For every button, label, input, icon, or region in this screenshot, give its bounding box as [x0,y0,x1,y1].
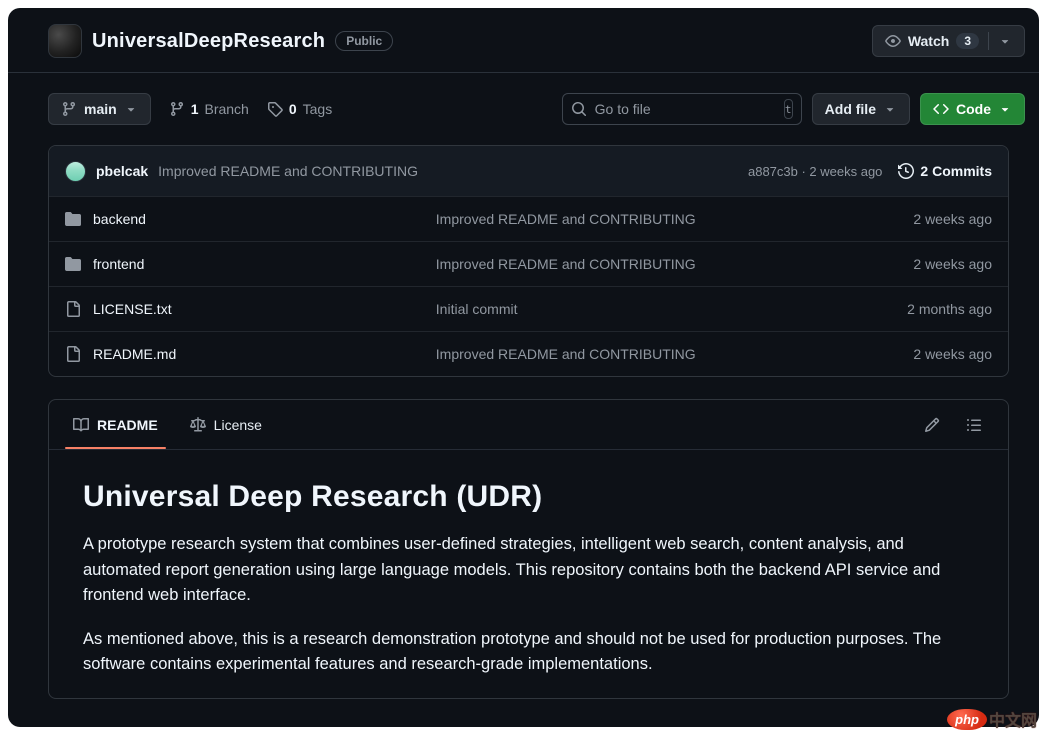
commits-count-label: 2 Commits [920,163,992,179]
tab-readme[interactable]: README [57,400,174,449]
commit-sha-time[interactable]: a887c3b · 2 weeks ago [748,164,882,179]
github-repo-page: UniversalDeepResearch Public Watch 3 [8,8,1039,727]
branch-selector[interactable]: main [48,93,151,125]
branch-name: main [84,101,117,117]
commit-message[interactable]: Improved README and CONTRIBUTING [158,163,418,179]
repo-owner-avatar[interactable] [48,24,82,58]
latest-commit-row[interactable]: pbelcak Improved README and CONTRIBUTING… [49,146,1008,196]
add-file-button[interactable]: Add file [812,93,910,125]
watch-button[interactable]: Watch 3 [872,25,1025,57]
commit-author[interactable]: pbelcak [96,163,148,179]
table-row[interactable]: backend Improved README and CONTRIBUTING… [49,196,1008,241]
repo-title[interactable]: UniversalDeepResearch [92,30,325,53]
repo-toolbar: main 1 Branch 0 Tags [8,93,1039,125]
readme-paragraph: A prototype research system that combine… [83,532,974,609]
folder-icon [65,211,81,227]
commits-history-link[interactable]: 2 Commits [898,163,992,179]
eye-icon [885,33,901,49]
table-row[interactable]: LICENSE.txt Initial commit 2 months ago [49,286,1008,331]
file-name[interactable]: README.md [93,346,176,362]
branches-label: Branch [204,101,248,117]
outline-list-icon[interactable] [966,417,982,433]
readme-content: Universal Deep Research (UDR) A prototyp… [49,450,1008,699]
php-cn-watermark: php 中文网 [947,707,1037,731]
file-icon [65,301,81,317]
add-file-label: Add file [825,101,876,117]
readme-paragraph: As mentioned above, this is a research d… [83,627,974,678]
table-row[interactable]: frontend Improved README and CONTRIBUTIN… [49,241,1008,286]
edit-pencil-icon[interactable] [924,417,940,433]
readme-heading: Universal Deep Research (UDR) [83,480,974,514]
file-name[interactable]: LICENSE.txt [93,301,172,317]
tab-license[interactable]: License [174,400,278,449]
law-icon [190,417,206,433]
book-icon [73,417,89,433]
tag-icon [267,101,283,117]
watermark-cn-text: 中文网 [989,707,1037,731]
git-branch-icon [169,101,185,117]
code-label: Code [956,101,991,117]
branches-link[interactable]: 1 Branch [169,101,249,117]
chevron-down-icon [124,102,138,116]
go-to-file-search[interactable]: t [562,93,802,125]
repo-header: UniversalDeepResearch Public Watch 3 [8,8,1039,60]
chevron-down-icon [998,102,1012,116]
readme-box: README License Universal Deep Re [48,399,1009,699]
folder-icon [65,256,81,272]
file-commit-message[interactable]: Improved README and CONTRIBUTING [436,211,852,227]
search-input[interactable] [595,101,776,117]
tags-count: 0 [289,101,297,117]
file-name[interactable]: backend [93,211,146,227]
chevron-down-icon[interactable] [998,34,1012,48]
tags-link[interactable]: 0 Tags [267,101,332,117]
visibility-badge: Public [335,31,393,51]
chevron-down-icon [883,102,897,116]
code-button[interactable]: Code [920,93,1025,125]
file-commit-time: 2 weeks ago [852,346,992,362]
tab-readme-label: README [97,417,158,433]
watch-label: Watch [908,33,949,49]
branches-count: 1 [191,101,199,117]
file-icon [65,346,81,362]
file-commit-time: 2 weeks ago [852,211,992,227]
header-divider [8,72,1039,73]
tags-label: Tags [303,101,333,117]
commit-author-avatar[interactable] [65,161,86,182]
watch-count: 3 [956,33,979,49]
watermark-php-logo: php [947,709,987,730]
file-tree-box: pbelcak Improved README and CONTRIBUTING… [48,145,1009,377]
file-commit-message[interactable]: Improved README and CONTRIBUTING [436,346,852,362]
file-commit-message[interactable]: Improved README and CONTRIBUTING [436,256,852,272]
file-commit-message[interactable]: Initial commit [436,301,852,317]
file-name[interactable]: frontend [93,256,144,272]
button-divider [988,32,989,50]
history-icon [898,163,914,179]
code-icon [933,101,949,117]
git-branch-icon [61,101,77,117]
file-commit-time: 2 months ago [852,301,992,317]
readme-tabbar: README License [49,400,1008,450]
tab-license-label: License [214,417,262,433]
search-icon [571,101,587,117]
keyboard-shortcut-hint: t [784,99,793,119]
table-row[interactable]: README.md Improved README and CONTRIBUTI… [49,331,1008,376]
file-commit-time: 2 weeks ago [852,256,992,272]
